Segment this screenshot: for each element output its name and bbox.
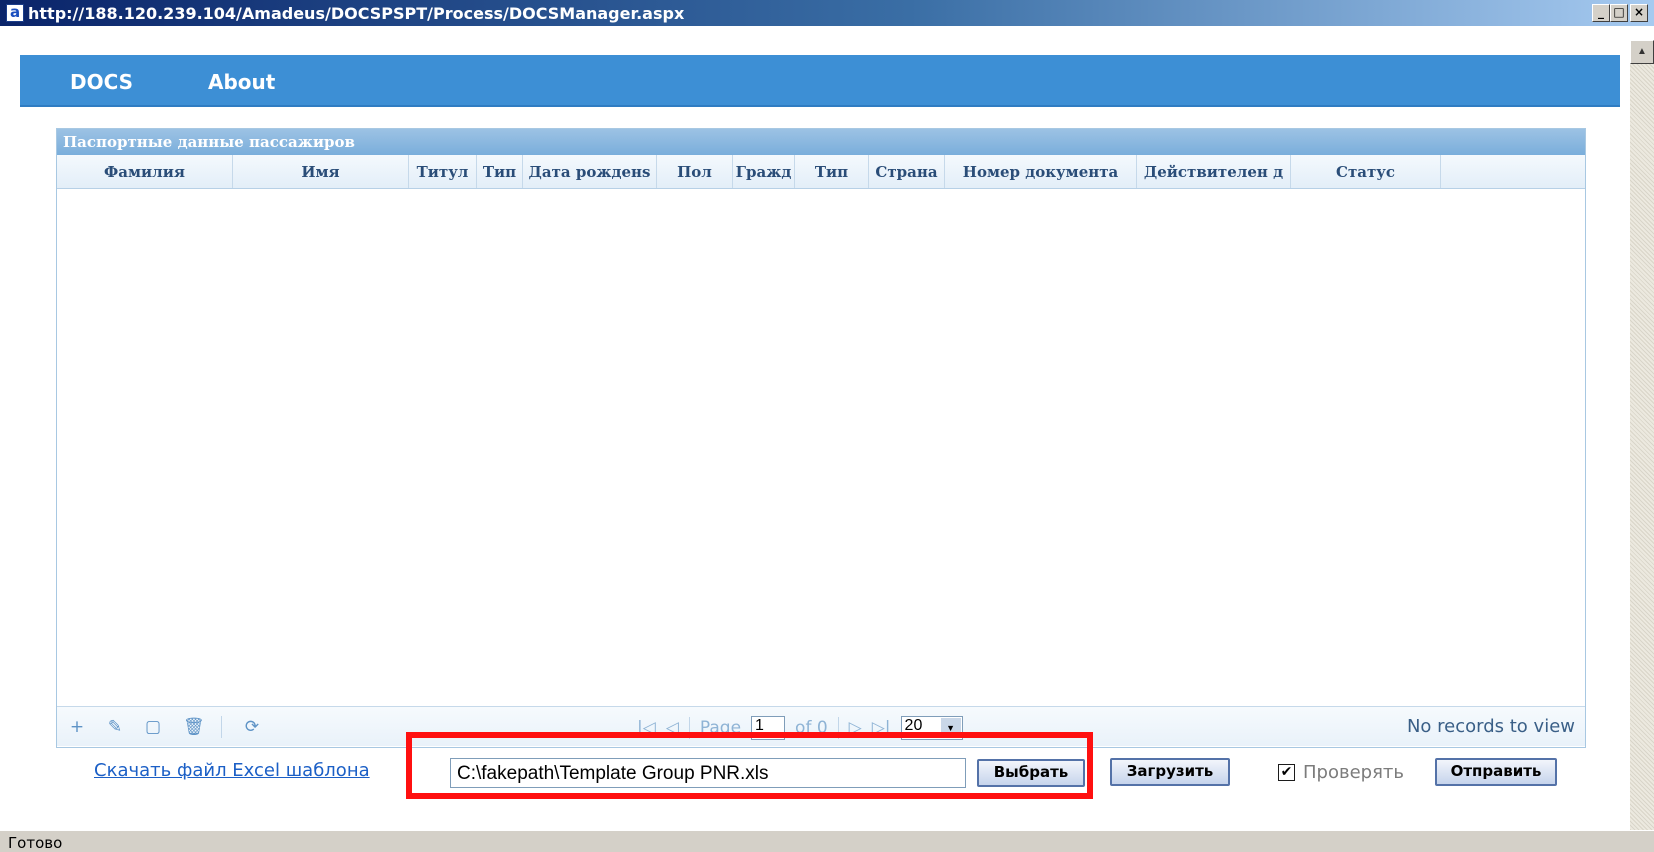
vertical-scrollbar[interactable] (1630, 40, 1654, 830)
minimize-button[interactable]: _ (1592, 4, 1610, 22)
close-button[interactable]: × (1630, 4, 1648, 22)
grid-caption: Паспортные данные пассажиров (57, 129, 1585, 155)
column-header-birth-date[interactable]: Дата рожденs (523, 155, 657, 188)
trash-icon[interactable]: 🗑 (183, 717, 205, 737)
column-header-doc-type[interactable]: Тип (795, 155, 869, 188)
toolbar-divider (221, 716, 222, 738)
column-header-status[interactable]: Статус (1291, 155, 1441, 188)
verify-checkbox-group: ✔ Проверять (1278, 762, 1404, 783)
grid-body[interactable] (57, 189, 1585, 704)
refresh-icon[interactable]: ⟳ (244, 717, 260, 737)
column-header-gender[interactable]: Пол (657, 155, 733, 188)
column-header-name[interactable]: Имя (233, 155, 409, 188)
plus-icon[interactable]: + (69, 717, 85, 737)
send-button[interactable]: Отправить (1435, 758, 1557, 786)
browser-status-bar: Готово (0, 830, 1654, 852)
records-info: No records to view (1406, 716, 1575, 737)
nav-item-docs[interactable]: DOCS (70, 70, 133, 94)
verify-checkbox[interactable]: ✔ (1278, 764, 1295, 781)
status-text: Готово (8, 834, 63, 852)
column-header-doc-number[interactable]: Номер документа (945, 155, 1137, 188)
grid-toolbar: + ✎ ▢ 🗑 ⟳ (69, 716, 260, 738)
window-title: http://188.120.239.104/Amadeus/DOCSPSPT/… (28, 3, 685, 23)
column-header-surname[interactable]: Фамилия (57, 155, 233, 188)
pencil-icon[interactable]: ✎ (107, 717, 123, 737)
column-header-title[interactable]: Титул (409, 155, 477, 188)
nav-item-about[interactable]: About (208, 70, 275, 94)
column-header-type[interactable]: Тип (477, 155, 523, 188)
app-navbar: DOCS About (20, 55, 1620, 107)
document-icon[interactable]: ▢ (145, 717, 161, 737)
passenger-passport-grid: Паспортные данные пассажиров Фамилия Имя… (56, 128, 1586, 748)
column-header-citizenship[interactable]: Гражд (733, 155, 795, 188)
grid-header-row: Фамилия Имя Титул Тип Дата рожденs Пол Г… (57, 155, 1585, 189)
column-header-country[interactable]: Страна (869, 155, 945, 188)
download-excel-template-link[interactable]: Скачать файл Excel шаблона (94, 760, 370, 781)
window-title-bar: a http://188.120.239.104/Amadeus/DOCSPSP… (0, 0, 1654, 26)
verify-checkbox-label: Проверять (1303, 762, 1405, 783)
browser-icon: a (6, 4, 24, 22)
column-header-valid-until[interactable]: Действителен д (1137, 155, 1291, 188)
column-header-spacer (1441, 155, 1471, 188)
upload-button[interactable]: Загрузить (1110, 758, 1230, 786)
window-controls: _ □ × (1592, 4, 1648, 22)
maximize-button[interactable]: □ (1610, 4, 1628, 22)
highlight-annotation-box (406, 732, 1093, 799)
scroll-up-arrow-icon[interactable]: ▲ (1630, 40, 1654, 64)
